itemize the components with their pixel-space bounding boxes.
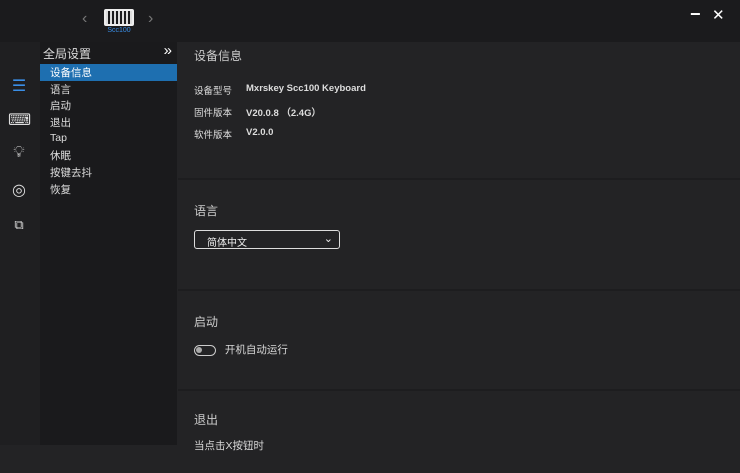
minimize-button[interactable]: −: [690, 4, 701, 25]
section-title: 设备信息: [194, 49, 243, 63]
startup-section: 启动 开机自动运行: [178, 291, 740, 391]
sidebar-item-startup[interactable]: 启动: [40, 97, 177, 114]
info-value: Mxrskey Scc100 Keyboard: [246, 83, 366, 94]
language-value: 简体中文: [207, 238, 247, 249]
sidebar-title: 全局设置: [43, 47, 92, 61]
settings-sliders-icon[interactable]: ☰: [8, 76, 30, 96]
exit-section: 退出 当点击X按钮时: [178, 391, 740, 473]
lightbulb-icon[interactable]: 💡︎: [8, 144, 30, 164]
prev-device-button[interactable]: ‹: [82, 10, 87, 28]
main-content: 设备信息 设备型号 Mxrskey Scc100 Keyboard 固件版本 V20…: [178, 42, 740, 452]
info-row: 软件版本 V2.0.0: [194, 127, 724, 141]
section-title: 启动: [194, 315, 219, 329]
info-value: V2.0.0: [246, 127, 274, 138]
info-value: V20.0.8 （2.4G）: [246, 108, 321, 119]
sidebar-item-exit[interactable]: 退出: [40, 114, 177, 131]
sidebar-item-device-info[interactable]: 设备信息: [40, 64, 177, 81]
language-select[interactable]: 简体中文 ⌄: [194, 230, 340, 249]
section-title: 退出: [194, 413, 219, 427]
chevron-down-icon: ⌄: [323, 233, 333, 245]
exit-description: 当点击X按钮时: [194, 440, 265, 452]
section-title: 语言: [194, 204, 219, 218]
settings-sidebar: 全局设置 » 设备信息 语言 启动 退出 Tap 休眠 按键去抖 恢复: [40, 42, 177, 445]
device-info-section: 设备信息 设备型号 Mxrskey Scc100 Keyboard 固件版本 V20…: [178, 42, 740, 180]
nav-rail: ☰ ⌨ 💡︎ ◎ ⧉: [0, 42, 40, 445]
code-window-icon[interactable]: ⧉: [8, 217, 30, 237]
autostart-toggle[interactable]: [194, 344, 216, 356]
keyboard-icon[interactable]: ⌨: [8, 110, 31, 130]
sidebar-item-sleep[interactable]: 休眠: [40, 147, 177, 164]
language-section: 语言 简体中文 ⌄: [178, 180, 740, 291]
sidebar-header: 全局设置 »: [40, 42, 177, 64]
expand-icon[interactable]: »: [164, 42, 172, 59]
sidebar-item-language[interactable]: 语言: [40, 81, 177, 98]
info-key: 软件版本: [194, 130, 233, 141]
device-name: Scc100: [107, 27, 131, 34]
info-key: 固件版本: [194, 108, 233, 119]
info-key: 设备型号: [194, 86, 233, 97]
keyboard-icon: [104, 9, 134, 26]
sidebar-item-tap[interactable]: Tap: [40, 131, 177, 148]
info-row: 固件版本 V20.0.8 （2.4G）: [194, 105, 724, 119]
next-device-button[interactable]: ›: [148, 10, 153, 28]
macro-icon[interactable]: ◎: [8, 180, 30, 200]
sidebar-item-debounce[interactable]: 按键去抖: [40, 164, 177, 181]
info-row: 设备型号 Mxrskey Scc100 Keyboard: [194, 83, 724, 97]
close-button[interactable]: ✕: [712, 6, 725, 24]
sidebar-item-restore[interactable]: 恢复: [40, 181, 177, 198]
device-selector[interactable]: Scc100: [103, 9, 135, 34]
title-bar: ‹ Scc100 › − ✕: [0, 0, 740, 42]
autostart-label: 开机自动运行: [224, 344, 288, 356]
